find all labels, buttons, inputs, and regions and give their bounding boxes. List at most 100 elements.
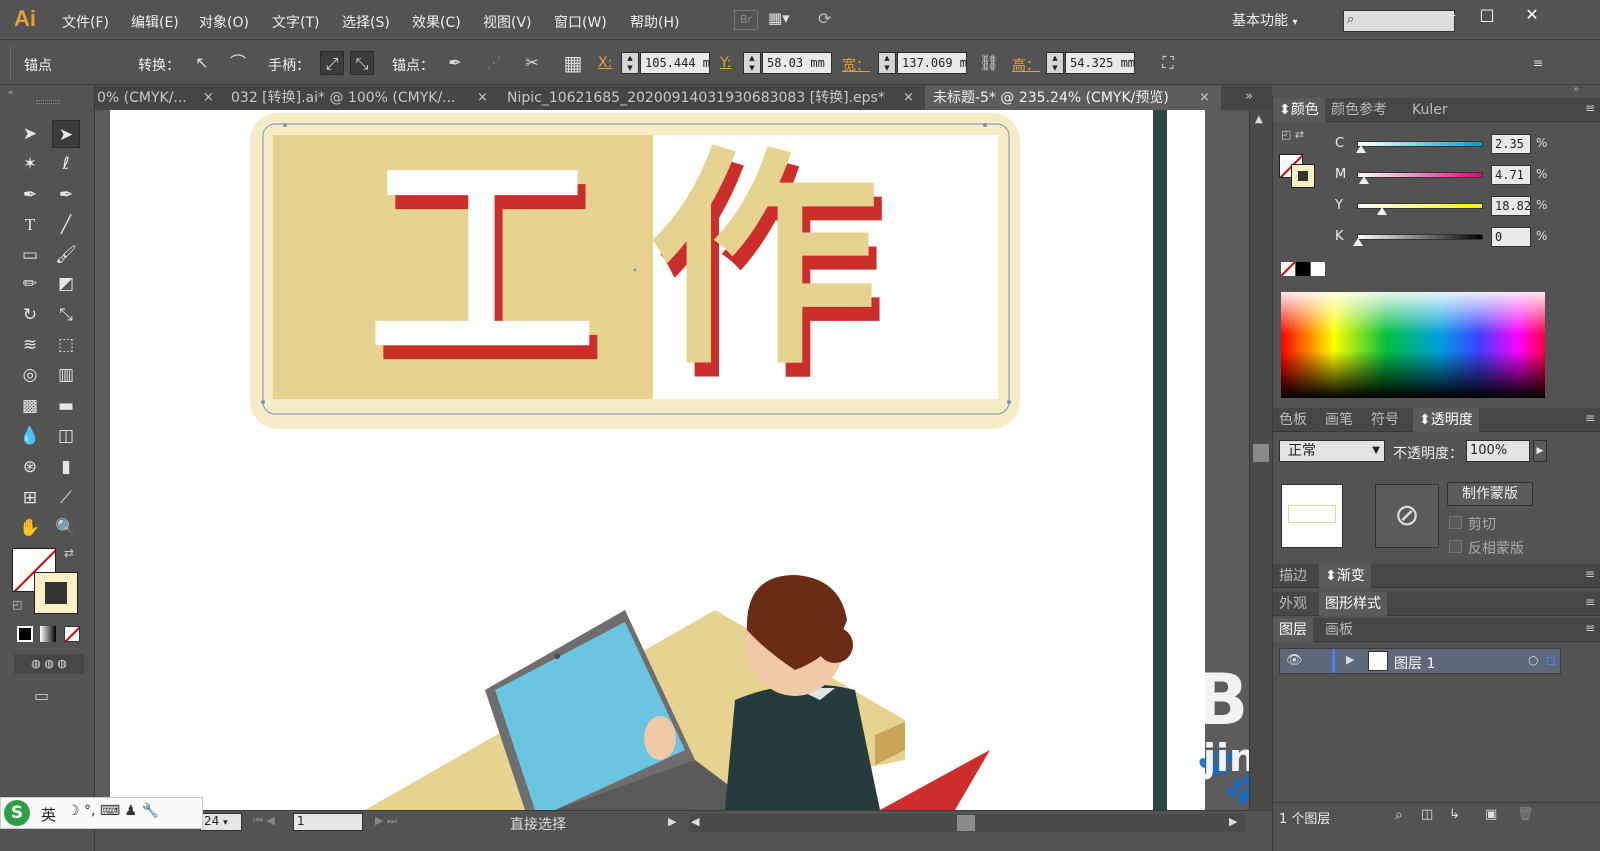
type-tool-icon[interactable]: T: [16, 211, 44, 239]
more-tabs-icon[interactable]: »: [1245, 89, 1253, 104]
draw-mode-icon[interactable]: ◍ ◍ ◍: [14, 654, 84, 674]
channel-value-y[interactable]: 18.82: [1491, 196, 1531, 216]
visibility-eye-icon[interactable]: 👁: [1286, 653, 1303, 668]
tab-close-icon[interactable]: ×: [477, 86, 488, 110]
panel-menu-icon[interactable]: ≡: [1585, 621, 1595, 635]
tab-layers[interactable]: 图层: [1273, 618, 1313, 642]
tab-swatches[interactable]: 色板: [1273, 408, 1313, 432]
paintbrush-icon[interactable]: 🖌: [52, 241, 80, 269]
link-proportions-icon[interactable]: ⛓: [977, 51, 1001, 75]
hide-handles-icon[interactable]: ⤡: [350, 51, 374, 75]
menu-object[interactable]: 对象(O): [199, 12, 249, 32]
free-transform-icon[interactable]: ⬚: [52, 331, 80, 359]
collapse-icon[interactable]: «: [8, 88, 14, 98]
menu-edit[interactable]: 编辑(E): [131, 12, 179, 32]
scroll-thumb[interactable]: [1253, 444, 1269, 462]
status-menu-icon[interactable]: ▶: [668, 815, 676, 828]
new-layer-icon[interactable]: ▣: [1485, 807, 1497, 822]
rectangle-tool-icon[interactable]: ▭: [16, 241, 44, 269]
convert-corner-icon[interactable]: ↖: [190, 51, 214, 75]
delete-layer-icon[interactable]: 🗑: [1517, 807, 1534, 822]
black-swatch[interactable]: [1296, 262, 1310, 276]
pencil-icon[interactable]: ✏: [16, 270, 44, 298]
color-mode-icon[interactable]: [17, 626, 33, 642]
rotate-tool-icon[interactable]: ↻: [16, 301, 44, 329]
tab-transparency[interactable]: ⬍透明度: [1413, 408, 1479, 432]
slider-thumb[interactable]: [1356, 145, 1366, 153]
y-field[interactable]: 58.03 mm: [762, 52, 832, 74]
height-stepper[interactable]: ▲ ▼: [1046, 52, 1064, 74]
gradient-tool-icon[interactable]: ▬: [52, 392, 80, 420]
channel-value-c[interactable]: 2.35: [1491, 134, 1531, 154]
transform-icon[interactable]: ⛶: [1156, 51, 1180, 75]
page-field[interactable]: 1: [293, 813, 363, 831]
control-menu-icon[interactable]: ≡: [1526, 51, 1550, 75]
white-swatch[interactable]: [1311, 262, 1325, 276]
perspective-grid-icon[interactable]: ▥: [52, 361, 80, 389]
opacity-arrow-icon[interactable]: ▶: [1533, 440, 1547, 462]
zoom-field[interactable]: 24 ▾: [200, 813, 242, 831]
menu-view[interactable]: 视图(V): [483, 12, 532, 32]
stroke-swatch[interactable]: [34, 572, 78, 614]
panel-stroke-swatch[interactable]: [1291, 164, 1315, 188]
cut-path-icon[interactable]: ✂: [520, 51, 544, 75]
selection-indicator[interactable]: [1547, 657, 1555, 665]
hand-tool-icon[interactable]: ✋: [16, 514, 44, 542]
canvas[interactable]: 工 工 作 作 Bai🐾经验 jingyan.baidu.com: [95, 110, 1249, 810]
next-page-icon[interactable]: ▶ ⏭: [375, 814, 397, 828]
menu-file[interactable]: 文件(F): [62, 12, 109, 32]
tab-kuler[interactable]: Kuler: [1406, 98, 1454, 122]
layer-name[interactable]: 图层 1: [1394, 653, 1435, 673]
invert-mask-checkbox[interactable]: [1449, 540, 1462, 553]
slice-tool-icon[interactable]: ⟋: [52, 484, 80, 512]
width-field[interactable]: 137.069 m: [897, 52, 967, 74]
line-tool-icon[interactable]: ╱: [52, 211, 80, 239]
panel-menu-icon[interactable]: ≡: [1585, 595, 1595, 609]
tab-doc-3[interactable]: Nipic_10621685_20200914031930683083 [转换]…: [507, 86, 911, 110]
tab-symbols[interactable]: 符号: [1365, 408, 1405, 432]
panel-menu-icon[interactable]: ≡: [1585, 101, 1595, 115]
tab-stroke[interactable]: 描边: [1273, 564, 1313, 588]
remove-anchor-icon[interactable]: ✒: [443, 51, 467, 75]
channel-slider-k[interactable]: [1357, 234, 1483, 240]
tab-graphic-styles[interactable]: 图形样式: [1319, 592, 1387, 616]
clip-checkbox[interactable]: [1449, 516, 1462, 529]
graph-tool-icon[interactable]: ▮: [52, 453, 80, 481]
tab-doc-active[interactable]: 未标题-5* @ 235.24% (CMYK/预览): [925, 86, 1221, 110]
reference-point-icon[interactable]: ▦: [561, 51, 585, 75]
bridge-button[interactable]: Br: [734, 10, 758, 30]
channel-slider-m[interactable]: [1357, 172, 1483, 178]
screen-mode-icon[interactable]: ▭: [34, 686, 49, 705]
channel-slider-y[interactable]: [1357, 203, 1483, 209]
width-stepper[interactable]: ▲ ▼: [878, 52, 896, 74]
magic-wand-icon[interactable]: ✶: [16, 150, 44, 178]
slider-thumb[interactable]: [1377, 207, 1387, 215]
ime-toolbar[interactable]: S 英 ☽ °, ⌨ ♟ 🔧: [0, 797, 203, 829]
tab-close-icon[interactable]: ×: [1199, 86, 1210, 110]
warp-tool-icon[interactable]: ≋: [16, 331, 44, 359]
default-colors-icon[interactable]: ◰: [12, 598, 22, 611]
panel-menu-icon[interactable]: ≡: [1585, 567, 1595, 581]
blend-tool-icon[interactable]: ◫: [52, 422, 80, 450]
y-stepper[interactable]: ▲ ▼: [743, 52, 761, 74]
tab-color-guide[interactable]: 颜色参考: [1325, 98, 1393, 122]
expand-arrow-icon[interactable]: ▶: [1346, 653, 1354, 666]
pen-tool-icon[interactable]: ✒: [16, 181, 44, 209]
curvature-tool-icon[interactable]: ✒: [52, 181, 80, 209]
show-handles-icon[interactable]: ⤢: [320, 51, 344, 75]
scale-tool-icon[interactable]: ⤡: [52, 301, 80, 329]
menu-select[interactable]: 选择(S): [342, 12, 390, 32]
eyedropper-icon[interactable]: 💧: [16, 422, 44, 450]
layer-row[interactable]: 👁 ▶ 图层 1 ○: [1279, 648, 1561, 674]
eraser-icon[interactable]: ◩: [52, 270, 80, 298]
gpu-performance-icon[interactable]: ⟳: [818, 9, 848, 31]
make-mask-button[interactable]: 制作蒙版: [1447, 482, 1533, 506]
tab-close-icon[interactable]: ×: [203, 86, 214, 110]
first-page-icon[interactable]: ⏮ ◀: [253, 814, 275, 828]
direct-selection-tool-icon[interactable]: ➤: [52, 120, 80, 148]
scroll-left-icon[interactable]: ◀: [691, 815, 699, 828]
none-mode-icon[interactable]: [64, 626, 80, 642]
new-sublayer-icon[interactable]: ↳: [1449, 807, 1460, 822]
shape-builder-icon[interactable]: ◎: [16, 361, 44, 389]
tab-doc-2[interactable]: 032 [转换].ai* @ 100% (CMYK/...: [231, 86, 479, 110]
